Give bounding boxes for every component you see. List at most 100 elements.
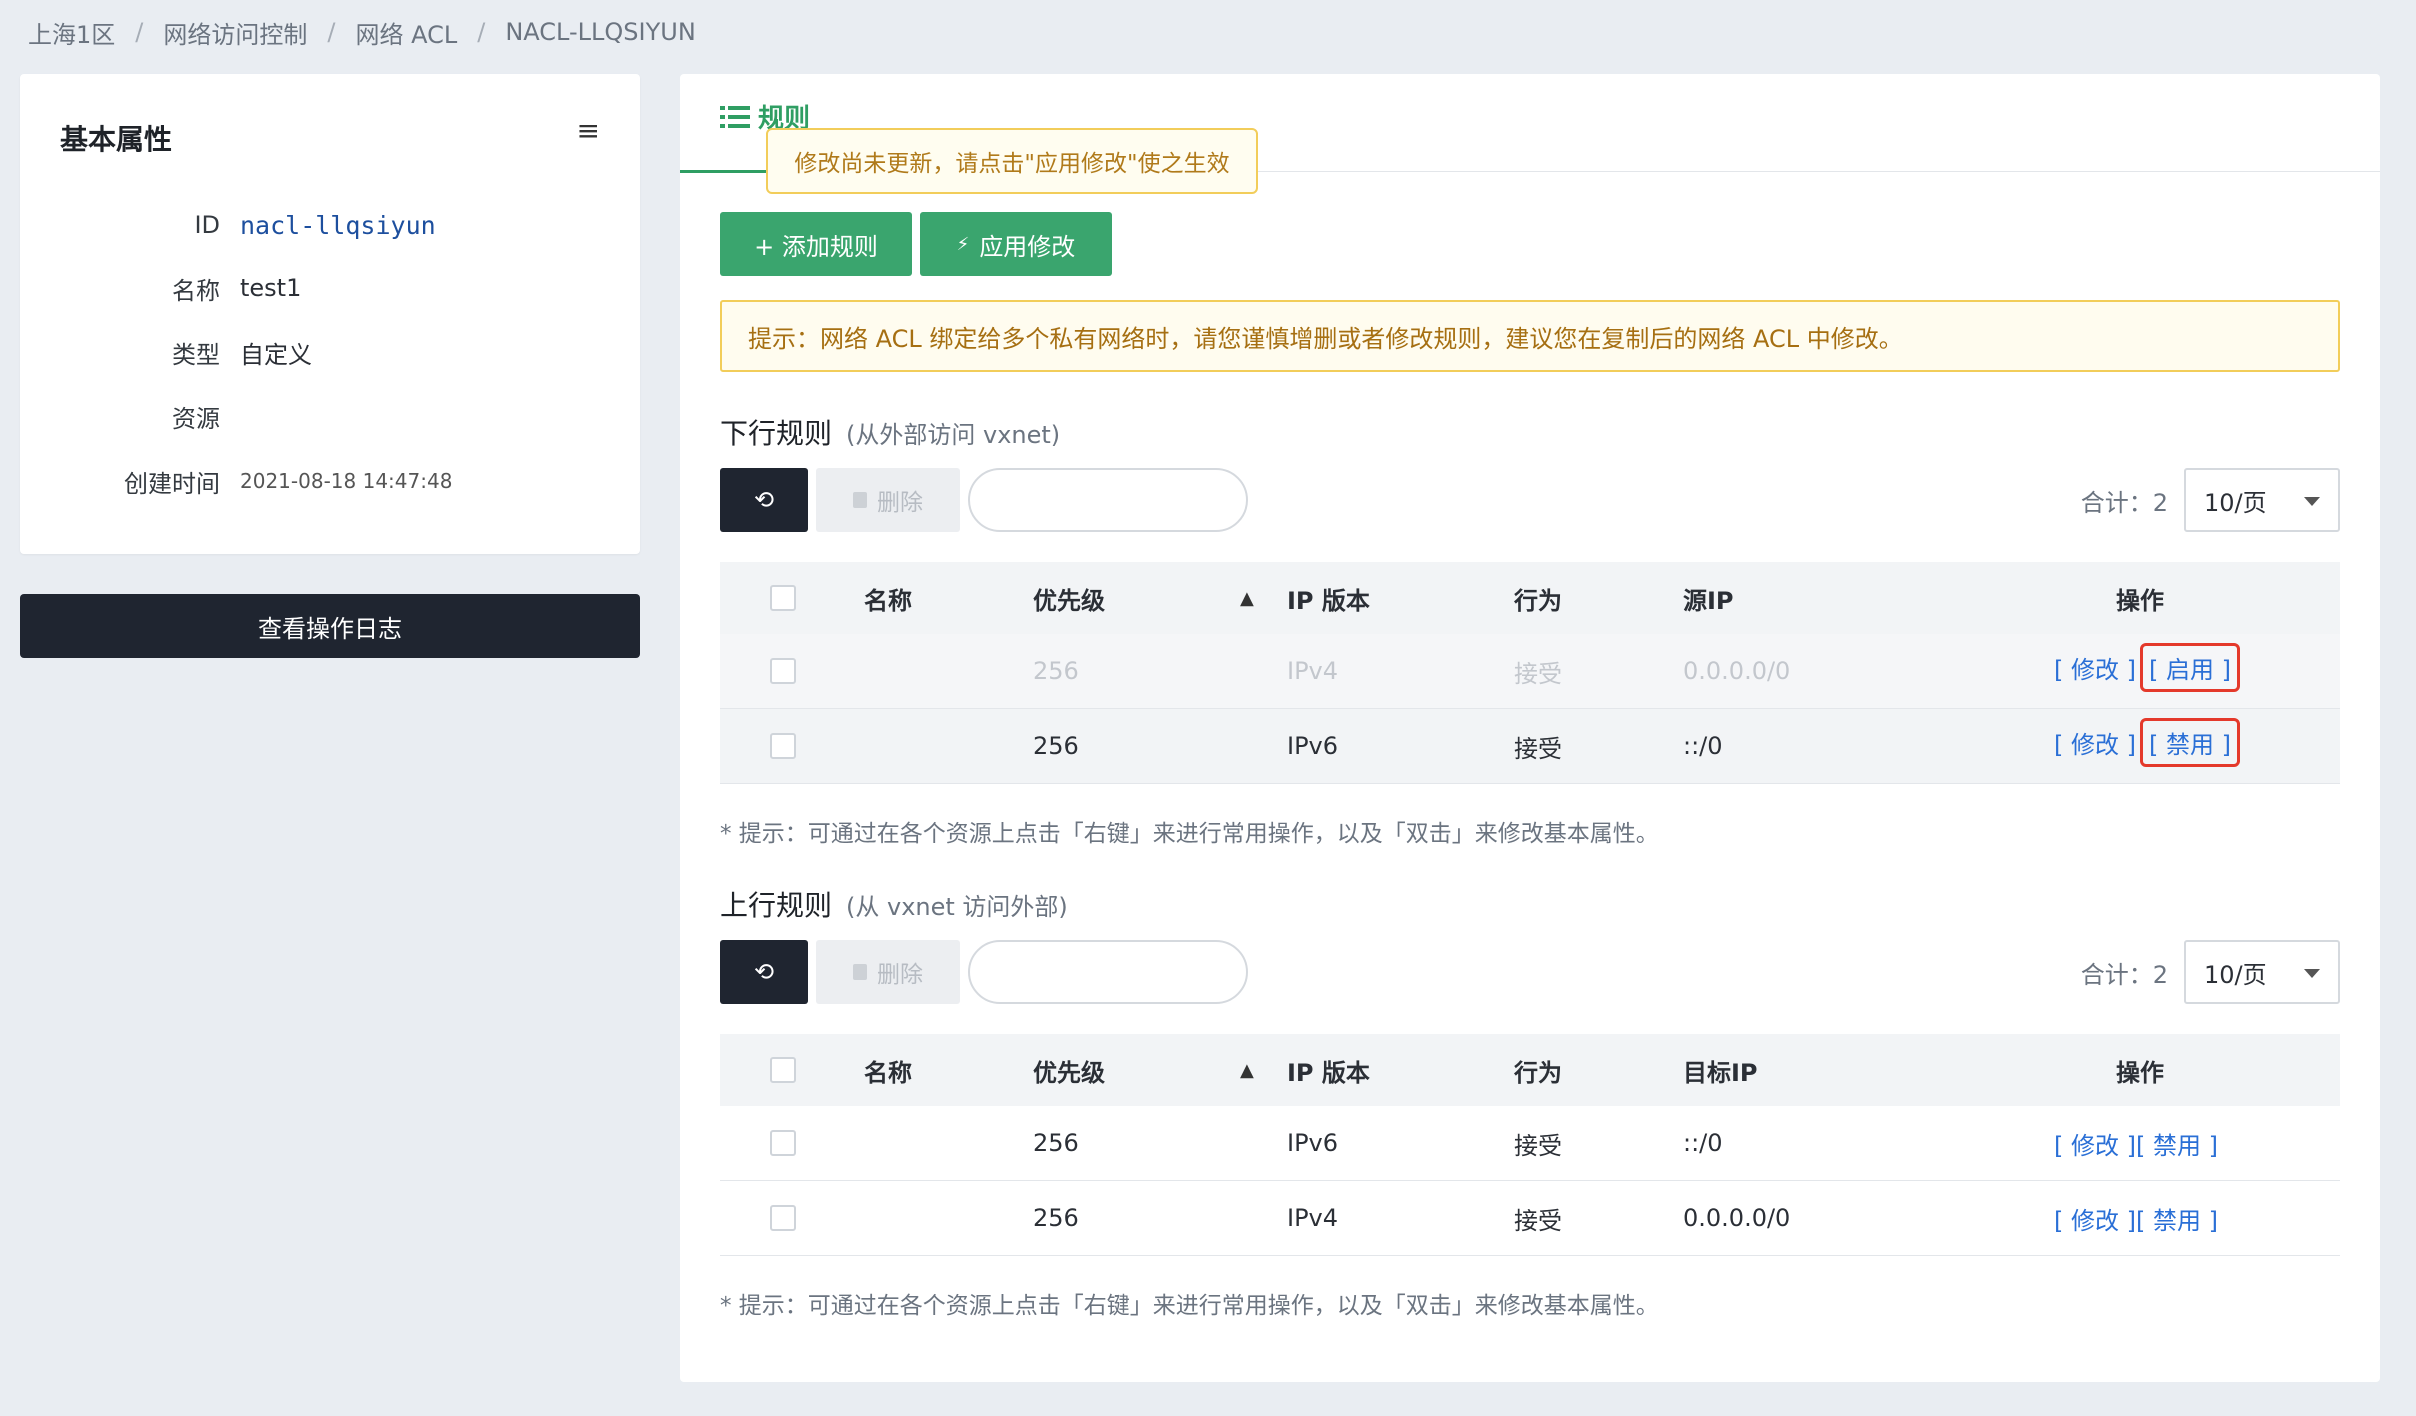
row-checkbox[interactable] [770,658,796,684]
row-checkbox[interactable] [770,733,796,759]
inbound-subtitle: (从外部访问 vxnet) [846,421,1061,449]
pending-changes-tooltip: 修改尚未更新，请点击"应用修改"使之生效 [766,128,1258,194]
row-checkbox[interactable] [770,1130,796,1156]
view-operation-log-button[interactable]: 查看操作日志 [20,594,640,658]
outbound-hint: * 提示：可通过在各个资源上点击「右键」来进行常用操作，以及「双击」来修改基本属… [720,1293,1659,1319]
basic-properties-panel: 基本属性 ≡ ID nacl-llqsiyun 名称 test1 类型 自定义 … [20,74,640,554]
breadcrumb-zone[interactable]: 上海1区 [28,15,115,50]
inbound-hint: * 提示：可通过在各个资源上点击「右键」来进行常用操作，以及「双击」来修改基本属… [720,821,1659,847]
col-name: 名称 [864,1058,912,1087]
delete-label: 删除 [877,962,923,988]
sort-asc-icon[interactable]: ▲ [1240,588,1254,609]
prop-value-name: test1 [240,274,302,302]
col-ip-version: IP 版本 [1287,1058,1370,1087]
prop-value-id: nacl-llqsiyun [240,210,436,240]
caret-down-icon [2304,497,2320,506]
table-header: 名称 优先级 ▲ IP 版本 行为 源IP 操作 [720,562,2340,634]
edit-link[interactable]: [ 修改 ] [2054,1201,2136,1236]
table-header: 名称 优先级 ▲ IP 版本 行为 目标IP 操作 [720,1034,2340,1106]
list-icon [720,105,750,128]
prop-value-type: 自定义 [240,340,312,369]
cell-action: 接受 [1514,1131,1562,1160]
col-action: 行为 [1514,586,1562,615]
prop-label: 类型 [172,340,220,369]
sort-asc-icon[interactable]: ▲ [1240,1060,1254,1081]
prop-row-created: 创建时间 2021-08-18 14:47:48 [20,461,640,501]
outbound-title: 上行规则 [720,889,833,922]
edit-link[interactable]: [ 修改 ] [2054,650,2136,692]
prop-row-id: ID nacl-llqsiyun [20,205,640,245]
inbound-title: 下行规则 [720,417,833,450]
disable-link[interactable]: [ 禁用 ] [2136,1126,2218,1161]
breadcrumb-separator: / [477,18,486,46]
inbound-refresh-button[interactable]: ⟲ [720,468,808,532]
inbound-delete-button[interactable]: 删除 [816,468,960,532]
outbound-search-input[interactable] [968,940,1248,1004]
inbound-rules-table: 名称 优先级 ▲ IP 版本 行为 源IP 操作 256 IPv4 接受 0.0… [720,562,2340,784]
disable-link[interactable]: [ 禁用 ] [2136,1201,2218,1236]
delete-label: 删除 [877,490,923,516]
cell-priority: 256 [1033,732,1079,760]
inbound-page-size-select[interactable]: 10/页 [2184,468,2340,532]
disable-link[interactable]: [ 禁用 ] [2139,718,2240,767]
breadcrumb: 上海1区 / 网络访问控制 / 网络 ACL / NACL-LLQSIYUN [28,14,696,50]
trash-icon [853,492,867,508]
col-action: 行为 [1514,1058,1562,1087]
breadcrumb-current: NACL-LLQSIYUN [505,18,696,46]
prop-label: 创建时间 [124,469,220,498]
rules-panel: 规则 修改尚未更新，请点击"应用修改"使之生效 + 添加规则 ⚡ 应用修改 提示… [680,74,2380,1382]
breadcrumb-network-access[interactable]: 网络访问控制 [163,15,307,50]
panel-title: 基本属性 [60,123,173,156]
outbound-delete-button[interactable]: 删除 [816,940,960,1004]
caret-down-icon [2304,969,2320,978]
col-priority[interactable]: 优先级 [1033,581,1105,616]
edit-link[interactable]: [ 修改 ] [2054,1126,2136,1161]
outbound-rules-title: 上行规则 (从 vxnet 访问外部) [720,884,1068,924]
inbound-search-input[interactable] [968,468,1248,532]
breadcrumb-network-acl[interactable]: 网络 ACL [355,15,457,50]
apply-changes-button[interactable]: ⚡ 应用修改 [920,212,1112,276]
outbound-subtitle: (从 vxnet 访问外部) [846,893,1068,921]
cell-ip: 0.0.0.0/0 [1683,1204,1791,1232]
table-row[interactable]: 256 IPv4 接受 0.0.0.0/0 [ 修改 ] [ 启用 ] [720,634,2340,709]
cell-ip: 0.0.0.0/0 [1683,657,1791,685]
cell-ip-version: IPv4 [1287,657,1339,685]
outbound-rules-table: 名称 优先级 ▲ IP 版本 行为 目标IP 操作 256 IPv6 接受 ::… [720,1034,2340,1256]
prop-row-type: 类型 自定义 [20,332,640,372]
row-checkbox[interactable] [770,1205,796,1231]
cell-ip: ::/0 [1683,1129,1723,1157]
breadcrumb-separator: / [135,18,144,46]
trash-icon [853,964,867,980]
col-source-ip: 源IP [1683,586,1734,615]
prop-label: ID [194,211,220,239]
outbound-page-size-select[interactable]: 10/页 [2184,940,2340,1004]
edit-link[interactable]: [ 修改 ] [2054,725,2136,767]
refresh-icon: ⟲ [753,486,775,514]
cell-action: 接受 [1514,734,1562,763]
outbound-refresh-button[interactable]: ⟲ [720,940,808,1004]
row-operations: [ 修改 ] [ 禁用 ] [2054,1126,2218,1161]
col-priority[interactable]: 优先级 [1033,1053,1105,1088]
cell-priority: 256 [1033,1204,1079,1232]
enable-link[interactable]: [ 启用 ] [2139,643,2240,692]
prop-label: 资源 [172,404,220,433]
add-rule-button[interactable]: + 添加规则 [720,212,912,276]
lightning-icon: ⚡ [956,233,970,255]
inbound-total: 合计：2 [2080,488,2168,517]
outbound-total: 合计：2 [2080,960,2168,989]
table-row[interactable]: 256 IPv4 接受 0.0.0.0/0 [ 修改 ] [ 禁用 ] [720,1181,2340,1256]
menu-icon[interactable]: ≡ [577,114,600,147]
refresh-icon: ⟲ [753,958,775,986]
table-row[interactable]: 256 IPv6 接受 ::/0 [ 修改 ] [ 禁用 ] [720,709,2340,784]
table-row[interactable]: 256 IPv6 接受 ::/0 [ 修改 ] [ 禁用 ] [720,1106,2340,1181]
prop-label: 名称 [172,276,220,305]
cell-ip: ::/0 [1683,732,1723,760]
warning-notice: 提示：网络 ACL 绑定给多个私有网络时，请您谨慎增删或者修改规则，建议您在复制… [720,300,2340,372]
row-operations: [ 修改 ] [ 启用 ] [2054,643,2240,692]
col-name: 名称 [864,586,912,615]
cell-priority: 256 [1033,1129,1079,1157]
row-operations: [ 修改 ] [ 禁用 ] [2054,1201,2218,1236]
page-size-value: 10/页 [2204,488,2267,517]
select-all-checkbox[interactable] [770,585,796,611]
select-all-checkbox[interactable] [770,1057,796,1083]
